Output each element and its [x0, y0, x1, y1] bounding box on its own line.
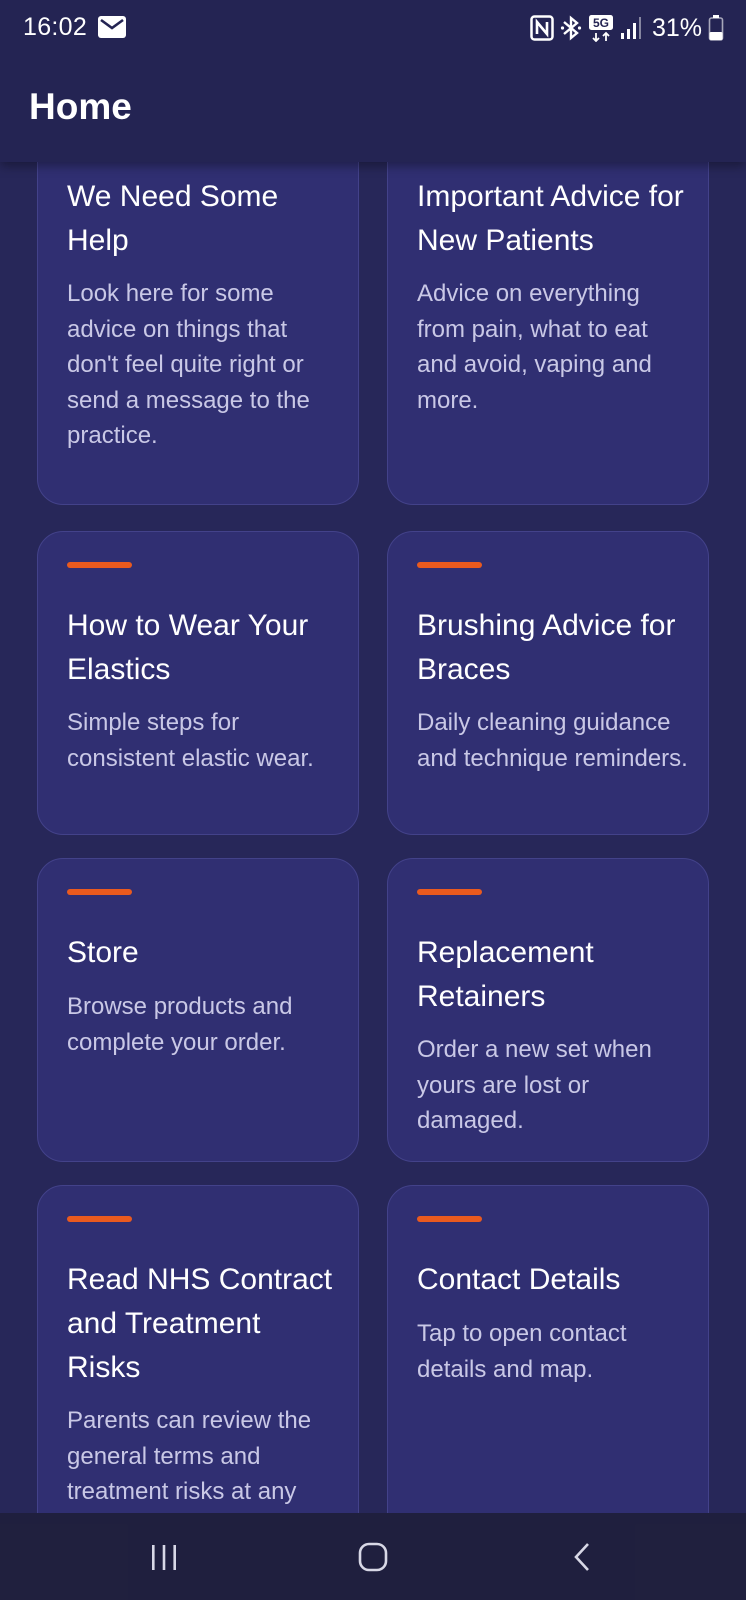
card-accent-bar: [417, 1216, 482, 1222]
bluetooth-icon: [560, 15, 582, 41]
card-description: Simple steps for consistent elastic wear…: [67, 709, 314, 772]
card-accent-bar: [67, 889, 132, 895]
card-description: Browse products and complete your order.: [67, 993, 293, 1056]
card-accent-bar: [417, 889, 482, 895]
card-title: Read NHS Contract and Treatment Risks: [67, 1263, 333, 1384]
card-accent-bar: [67, 562, 132, 568]
card-important-advice[interactable]: Important Advice for New Patients Advice…: [387, 162, 709, 505]
card-title: Brushing Advice for Braces: [417, 609, 676, 686]
card-description: Tap to open contact details and map.: [417, 1320, 627, 1383]
card-description: Order a new set when yours are lost or d…: [417, 1036, 652, 1134]
battery-percentage: 31%: [651, 13, 702, 42]
card-title: Replacement Retainers: [417, 936, 594, 1013]
card-description: Advice on everything from pain, what to …: [417, 280, 652, 414]
mail-icon: [98, 16, 126, 38]
card-description: Parents can review the general terms and…: [67, 1407, 312, 1505]
signal-icon: [620, 17, 641, 39]
card-description: Look here for some advice on things that…: [67, 280, 310, 449]
status-time: 16:02: [23, 13, 88, 41]
card-title: Important Advice for New Patients: [417, 180, 684, 257]
card-accent-bar: [67, 1216, 132, 1222]
back-icon: [574, 1543, 589, 1571]
card-replacement-retainers[interactable]: Replacement Retainers Order a new set wh…: [387, 858, 709, 1162]
card-title: We Need Some Help: [67, 180, 279, 257]
battery-icon: [708, 15, 724, 41]
home-icon: [358, 1542, 388, 1572]
status-icons: 5G 31%: [530, 13, 724, 43]
card-wear-elastics[interactable]: How to Wear Your Elastics Simple steps f…: [37, 531, 359, 835]
status-bar: 16:02 5G 31%: [0, 0, 746, 56]
card-title: Store: [67, 936, 139, 969]
recent-apps-icon: [152, 1545, 176, 1570]
card-description: Daily cleaning guidance and technique re…: [417, 709, 688, 772]
card-title: How to Wear Your Elastics: [67, 609, 309, 686]
card-brushing-advice[interactable]: Brushing Advice for Braces Daily cleanin…: [387, 531, 709, 835]
card-store[interactable]: Store Browse products and complete your …: [37, 858, 359, 1162]
home-button[interactable]: [343, 1533, 403, 1581]
card-title: Contact Details: [417, 1263, 621, 1296]
5g-icon: 5G: [588, 15, 613, 42]
back-button[interactable]: [553, 1533, 613, 1581]
card-accent-bar: [417, 562, 482, 568]
app-header: Home: [0, 56, 746, 162]
recent-apps-button[interactable]: [134, 1533, 194, 1581]
card-nhs-contract[interactable]: Read NHS Contract and Treatment Risks Pa…: [37, 1185, 359, 1513]
card-contact-details[interactable]: Contact Details Tap to open contact deta…: [387, 1185, 709, 1513]
page-title: Home: [29, 86, 132, 127]
card-grid[interactable]: We Need Some Help Look here for some adv…: [0, 162, 746, 1513]
nfc-icon: [530, 15, 554, 41]
system-nav-bar: [0, 1513, 746, 1600]
card-we-need-some-help[interactable]: We Need Some Help Look here for some adv…: [37, 162, 359, 505]
svg-text:5G: 5G: [593, 16, 609, 30]
